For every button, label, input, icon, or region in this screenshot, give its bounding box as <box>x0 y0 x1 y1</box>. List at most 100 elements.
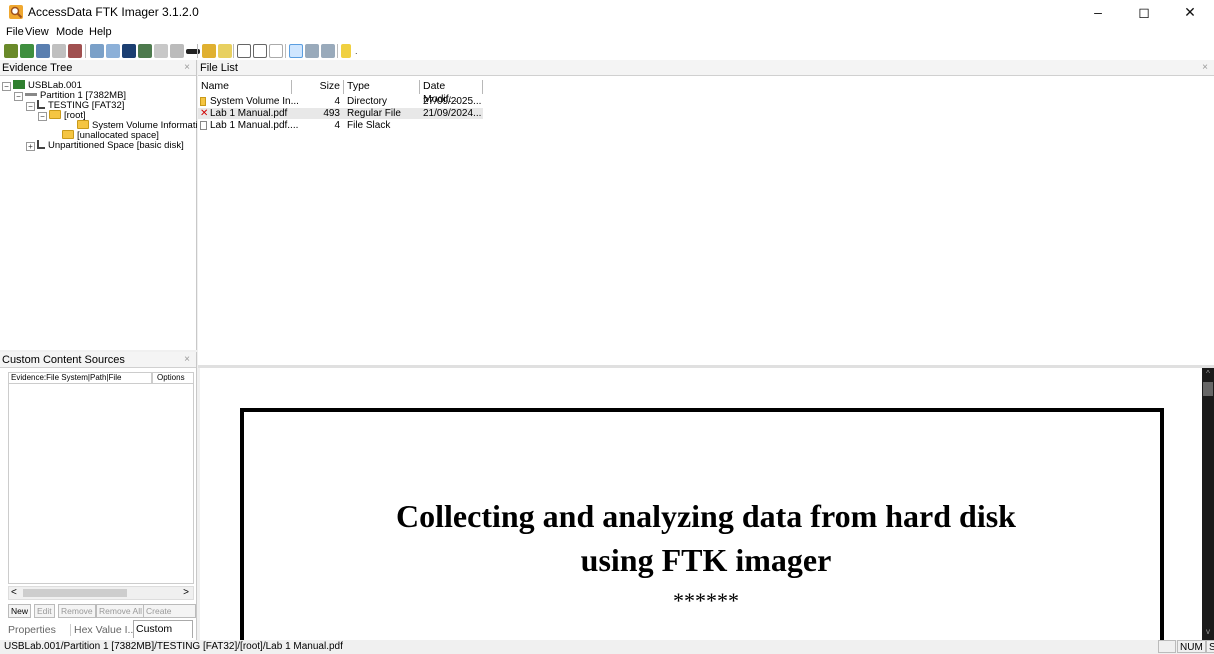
scroll-up-icon[interactable]: ^ <box>1203 370 1213 378</box>
export-directory-listing-icon[interactable] <box>269 44 283 58</box>
add-evidence-icon[interactable] <box>4 44 18 58</box>
column-name[interactable]: Name <box>198 80 292 94</box>
status-scrl: SCRL <box>1206 640 1214 653</box>
filesystem-icon <box>37 140 45 149</box>
filesystem-icon <box>37 100 45 109</box>
create-disk-image-icon[interactable] <box>90 44 104 58</box>
add-to-custom-content-icon[interactable] <box>138 44 152 58</box>
column-type[interactable]: Type <box>344 80 420 94</box>
evidence-tree-panel: Evidence Tree × − USBLab.001 − Partition… <box>0 60 208 350</box>
tree-expander[interactable]: + <box>26 142 35 151</box>
remove-evidence-icon[interactable] <box>52 44 66 58</box>
column-evidence-path[interactable]: Evidence:File System|Path|File <box>8 372 152 384</box>
help-icon[interactable] <box>341 44 351 58</box>
custom-content-list[interactable] <box>8 384 194 584</box>
evidence-tree-close-icon[interactable]: × <box>184 60 190 76</box>
file-list-header: File List × <box>198 60 1214 76</box>
custom-content-panel: Custom Content Sources × Evidence:File S… <box>0 352 197 651</box>
file-content-viewer: Collecting and analyzing data from hard … <box>200 368 1202 648</box>
export-files-icon[interactable] <box>237 44 251 58</box>
magnifier-app-icon <box>9 5 23 19</box>
menu-view[interactable]: View <box>25 26 49 38</box>
menu-help[interactable]: Help <box>89 26 112 38</box>
hex-view-icon[interactable] <box>321 44 335 58</box>
tree-expander[interactable]: − <box>26 102 35 111</box>
toolbar-separator <box>337 44 338 58</box>
tree-expander[interactable]: − <box>14 92 23 101</box>
column-date-modified[interactable]: Date Modif... <box>420 80 483 105</box>
menu-mode[interactable]: Mode <box>56 26 84 38</box>
folder-icon <box>200 97 206 106</box>
folder-icon <box>49 110 61 119</box>
folder-icon <box>77 120 89 129</box>
document-title: Collecting and analyzing data from hard … <box>396 498 1016 578</box>
minimize-button[interactable]: – <box>1075 0 1121 24</box>
file-list-panel: File List × Name Size Type Date Modif...… <box>198 60 1214 365</box>
deleted-file-icon: ✕ <box>200 108 209 119</box>
scroll-right-icon[interactable]: > <box>183 587 189 599</box>
toolbar-separator <box>197 44 198 58</box>
remove-button[interactable]: Remove <box>58 604 96 618</box>
document-border: Collecting and analyzing data from hard … <box>240 408 1164 648</box>
file-list-close-icon[interactable]: × <box>1202 60 1208 76</box>
create-image-button[interactable]: Create Image <box>143 604 196 628</box>
export-file-hash-list-icon[interactable] <box>253 44 267 58</box>
custom-content-title: Custom Content Sources <box>2 354 125 366</box>
horizontal-scrollbar[interactable]: < > <box>8 586 194 600</box>
scroll-down-icon[interactable]: v <box>1203 628 1213 636</box>
column-options[interactable]: Options <box>152 372 194 384</box>
custom-content-close-icon[interactable]: × <box>184 352 190 368</box>
tree-expander[interactable]: − <box>2 82 11 91</box>
create-custom-image-icon[interactable] <box>154 44 168 58</box>
menu-bar: File View Mode Help <box>0 24 1214 42</box>
tab-custom-content[interactable]: Custom Co... <box>133 620 193 651</box>
file-row-selected[interactable]: ✕ Lab 1 Manual.pdf 493 Regular File 21/0… <box>198 108 483 119</box>
file-icon <box>200 121 207 130</box>
custom-content-header: Custom Content Sources × <box>0 352 196 368</box>
window-title: AccessData FTK Imager 3.1.2.0 <box>28 5 199 19</box>
tree-item-unpartitioned-space[interactable]: Unpartitioned Space [basic disk] <box>37 140 184 151</box>
status-path: USBLab.001/Partition 1 [7382MB]/TESTING … <box>4 641 343 652</box>
evidence-icon <box>13 80 25 89</box>
file-row[interactable]: System Volume In... 4 Directory 27/09/20… <box>198 96 483 107</box>
decrypt-icon[interactable] <box>170 44 184 58</box>
folder-icon <box>62 130 74 139</box>
evidence-tree-header: Evidence Tree × <box>0 60 196 76</box>
edit-button[interactable]: Edit <box>34 604 55 618</box>
toolbar-separator <box>233 44 234 58</box>
viewer-scrollbar[interactable]: ^ v <box>1202 368 1214 640</box>
toolbar-separator <box>85 44 86 58</box>
remove-all-evidence-icon[interactable] <box>68 44 82 58</box>
status-cell <box>1158 640 1176 653</box>
text-view-icon[interactable] <box>305 44 319 58</box>
scrollbar-thumb[interactable] <box>1203 382 1213 396</box>
remove-all-button[interactable]: Remove All <box>96 604 145 618</box>
export-logical-image-icon[interactable] <box>122 44 136 58</box>
auto-view-icon[interactable] <box>289 44 303 58</box>
file-row[interactable]: Lab 1 Manual.pdf.... 4 File Slack <box>198 120 483 131</box>
partition-icon <box>25 93 37 96</box>
status-bar: USBLab.001/Partition 1 [7382MB]/TESTING … <box>0 640 1214 653</box>
image-mounting-icon[interactable] <box>36 44 50 58</box>
new-button[interactable]: New <box>8 604 32 618</box>
evidence-tree-title: Evidence Tree <box>2 62 73 74</box>
status-num: NUM <box>1177 640 1206 653</box>
scrollbar-thumb[interactable] <box>23 589 127 597</box>
toolbar-overflow-icon[interactable]: . <box>355 44 361 58</box>
title-bar: AccessData FTK Imager 3.1.2.0 – ◻ ✕ <box>0 0 1214 24</box>
tab-properties[interactable]: Properties <box>8 624 56 636</box>
toolbar-separator <box>285 44 286 58</box>
toolbar: . <box>0 42 1214 60</box>
menu-file[interactable]: File <box>6 26 24 38</box>
detect-encryption-icon[interactable] <box>218 44 232 58</box>
maximize-button[interactable]: ◻ <box>1121 0 1167 24</box>
tab-hex-value-interpreter[interactable]: Hex Value I... <box>70 624 136 636</box>
tree-expander[interactable]: − <box>38 112 47 121</box>
obtain-protected-files-icon[interactable] <box>202 44 216 58</box>
column-size[interactable]: Size <box>292 80 344 94</box>
close-button[interactable]: ✕ <box>1167 0 1213 24</box>
scroll-left-icon[interactable]: < <box>11 587 17 599</box>
add-all-devices-icon[interactable] <box>20 44 34 58</box>
export-disk-image-icon[interactable] <box>106 44 120 58</box>
file-list-title: File List <box>200 62 238 74</box>
